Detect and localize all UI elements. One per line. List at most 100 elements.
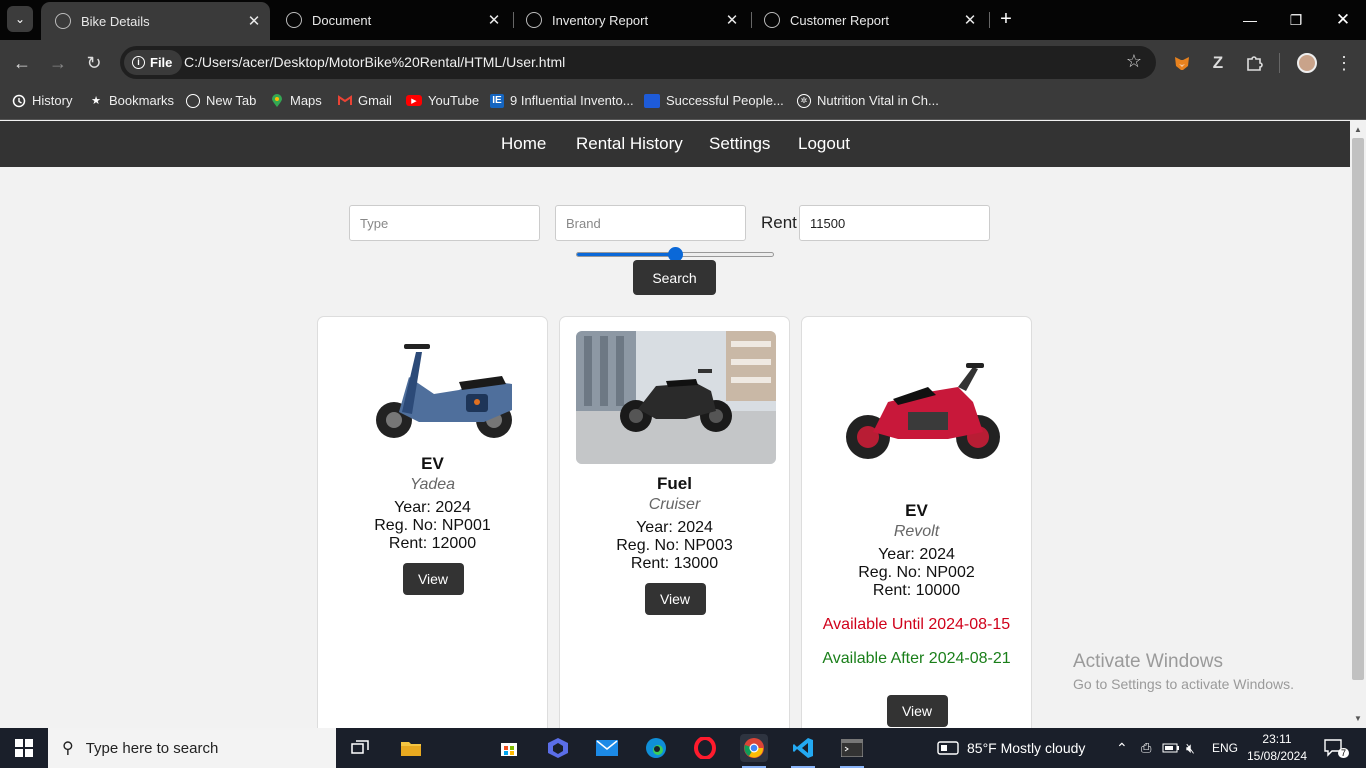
- close-icon[interactable]: ✕: [242, 12, 266, 30]
- new-tab-button[interactable]: +: [995, 8, 1017, 30]
- available-until-text: Available Until 2024-08-15: [822, 616, 1011, 633]
- view-button[interactable]: View: [644, 583, 706, 615]
- tab-document[interactable]: Document ✕: [272, 0, 510, 40]
- window-close-icon[interactable]: ✕: [1320, 0, 1366, 40]
- meet-now-icon[interactable]: ⎙: [1141, 728, 1151, 768]
- close-icon[interactable]: ✕: [482, 11, 506, 29]
- metamask-extension-icon[interactable]: [1171, 52, 1193, 74]
- bookmark-nutrition[interactable]: ✲ Nutrition Vital in Ch...: [797, 93, 939, 108]
- site-info-label: File: [150, 55, 173, 70]
- tab-customer-report[interactable]: Customer Report ✕: [750, 0, 986, 40]
- bookmark-youtube[interactable]: ▶ YouTube: [406, 93, 479, 108]
- battery-icon[interactable]: [1162, 728, 1180, 768]
- edge-icon[interactable]: [642, 734, 670, 762]
- close-icon[interactable]: ✕: [958, 11, 982, 29]
- search-button[interactable]: Search: [633, 260, 716, 295]
- bookmark-bookmarks[interactable]: ★ Bookmarks: [89, 93, 174, 108]
- rent-filter-input[interactable]: [799, 205, 990, 241]
- bookmark-star-icon[interactable]: ☆: [1126, 51, 1142, 72]
- maps-pin-icon: [270, 93, 284, 108]
- info-icon: i: [132, 56, 145, 69]
- site-favicon-icon: [644, 93, 660, 108]
- close-icon[interactable]: ✕: [720, 11, 744, 29]
- notification-center-icon[interactable]: 7: [1324, 728, 1350, 768]
- bike-rent: Rent: 10000: [872, 582, 961, 599]
- puzzle-extensions-icon[interactable]: [1243, 52, 1265, 74]
- forward-arrow-icon[interactable]: →: [45, 50, 71, 76]
- view-button[interactable]: View: [402, 563, 464, 595]
- tab-inventory-report[interactable]: Inventory Report ✕: [512, 0, 748, 40]
- bookmark-history[interactable]: History: [12, 93, 72, 108]
- history-icon: [12, 94, 26, 108]
- bike-year: Year: 2024: [394, 499, 471, 516]
- minimize-icon[interactable]: —: [1227, 0, 1273, 40]
- youtube-icon: ▶: [406, 95, 422, 106]
- show-hidden-icons[interactable]: ⌃: [1116, 728, 1128, 768]
- nav-logout-link[interactable]: Logout: [798, 134, 850, 154]
- bike-image-scooter: [334, 332, 534, 447]
- back-arrow-icon[interactable]: ←: [9, 50, 35, 76]
- taskbar-clock[interactable]: 23:11 15/08/2024: [1246, 731, 1308, 765]
- bookmark-maps[interactable]: Maps: [270, 93, 322, 108]
- taskbar-search-box[interactable]: ⚲ Type here to search: [48, 728, 336, 768]
- bookmark-successful-people[interactable]: Successful People...: [644, 93, 784, 108]
- bookmark-influential-inventors[interactable]: IE 9 Influential Invento...: [490, 93, 634, 108]
- tab-bike-details[interactable]: Bike Details ✕: [41, 2, 270, 40]
- view-button[interactable]: View: [886, 695, 948, 727]
- more-menu-icon[interactable]: ⋮: [1333, 52, 1355, 74]
- vscode-icon[interactable]: [789, 734, 817, 768]
- browser-toolbar: ← → ↻ i File C:/Users/acer/Desktop/Motor…: [0, 40, 1366, 85]
- weather-text: 85°F Mostly cloudy: [967, 740, 1086, 756]
- bookmark-gmail[interactable]: Gmail: [338, 93, 392, 108]
- rent-slider[interactable]: [576, 247, 774, 262]
- windows-taskbar: ⚲ Type here to search 85°F Mostly cloudy…: [0, 728, 1366, 768]
- weather-widget[interactable]: 85°F Mostly cloudy: [937, 728, 1085, 768]
- bookmark-new-tab[interactable]: New Tab: [186, 93, 256, 108]
- address-url[interactable]: C:/Users/acer/Desktop/MotorBike%20Rental…: [184, 54, 565, 70]
- site-info-chip[interactable]: i File: [124, 50, 183, 75]
- restore-icon[interactable]: ❐: [1273, 0, 1319, 40]
- language-indicator[interactable]: ENG: [1212, 728, 1238, 768]
- volume-muted-icon[interactable]: 🔇︎: [1186, 728, 1195, 768]
- globe-icon: [286, 12, 302, 28]
- bike-type: EV: [905, 501, 928, 520]
- scrollbar-thumb[interactable]: [1352, 138, 1364, 680]
- bike-year: Year: 2024: [636, 519, 713, 536]
- bike-image-cruiser: [576, 331, 776, 464]
- chrome-icon[interactable]: [740, 734, 768, 768]
- bike-year: Year: 2024: [878, 546, 955, 563]
- zotero-extension-icon[interactable]: Z: [1207, 52, 1229, 74]
- tab-search-button[interactable]: ⌄: [7, 6, 33, 32]
- mail-icon[interactable]: [593, 734, 621, 762]
- nav-settings-link[interactable]: Settings: [709, 134, 770, 154]
- tab-title: Customer Report: [790, 12, 889, 28]
- task-view-icon[interactable]: [346, 734, 374, 762]
- brand-filter-input[interactable]: [555, 205, 746, 241]
- nav-rental-history-link[interactable]: Rental History: [576, 134, 683, 154]
- star-icon: ★: [91, 95, 101, 107]
- page-content: Home Rental History Settings Logout Rent…: [0, 121, 1350, 728]
- opera-icon[interactable]: [691, 734, 719, 762]
- scroll-up-arrow-icon[interactable]: ▲: [1350, 122, 1366, 138]
- scroll-down-arrow-icon[interactable]: ▼: [1350, 711, 1366, 727]
- reload-icon[interactable]: ↻: [81, 50, 107, 76]
- windows-start-icon[interactable]: [0, 728, 48, 768]
- bookmark-label: YouTube: [428, 93, 480, 108]
- bike-brand: Cruiser: [648, 496, 701, 513]
- bookmark-label: Nutrition Vital in Ch...: [817, 93, 939, 108]
- copilot-icon[interactable]: [544, 734, 572, 762]
- clock-time: 23:11: [1262, 732, 1292, 746]
- rent-label: Rent: [761, 213, 797, 232]
- terminal-icon[interactable]: [838, 734, 866, 768]
- address-bar[interactable]: i File C:/Users/acer/Desktop/MotorBike%2…: [120, 46, 1156, 79]
- nav-home-link[interactable]: Home: [501, 134, 546, 154]
- search-icon: ⚲: [62, 740, 74, 757]
- top-navbar: Home Rental History Settings Logout: [0, 121, 1350, 167]
- ie-site-icon: IE: [490, 93, 504, 108]
- file-explorer-icon[interactable]: [397, 734, 425, 762]
- globe-icon: [55, 13, 71, 29]
- microsoft-store-icon[interactable]: [495, 734, 523, 762]
- type-filter-input[interactable]: [349, 205, 540, 241]
- profile-avatar[interactable]: [1296, 52, 1318, 74]
- bike-reg-no: Reg. No: NP001: [374, 517, 491, 534]
